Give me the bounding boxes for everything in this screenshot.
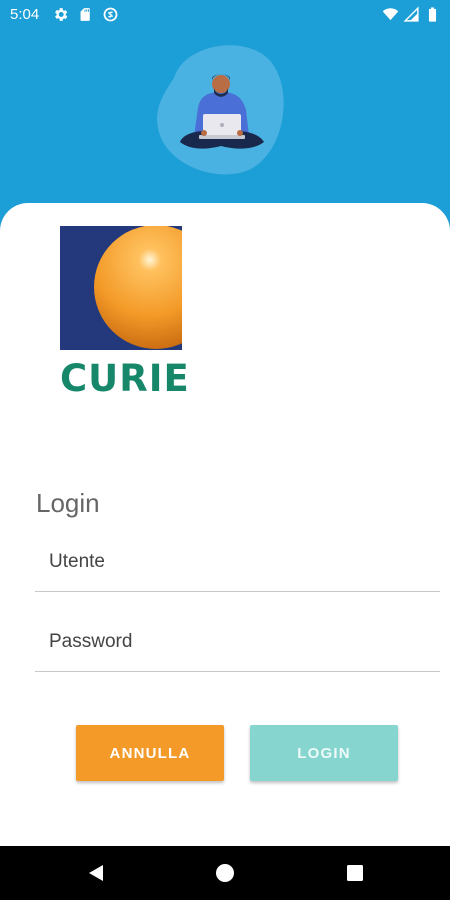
login-button[interactable]: LOGIN	[250, 725, 398, 781]
orange-sphere-icon	[94, 226, 182, 349]
battery-icon	[428, 7, 437, 22]
status-time: 5:04	[10, 6, 40, 23]
login-screen: 5:04 CURIE Login Utente ANNULLA LOGIN	[0, 0, 450, 900]
wifi-icon	[382, 8, 399, 21]
logo-text: CURIE	[60, 357, 190, 400]
user-input[interactable]	[49, 535, 429, 589]
status-bar: 5:04	[0, 0, 450, 30]
login-heading: Login	[36, 488, 100, 518]
curie-logo	[60, 226, 182, 350]
signal-icon	[403, 6, 419, 22]
sd-card-icon	[80, 8, 90, 21]
user-field[interactable]	[35, 535, 440, 592]
no-sync-icon	[103, 7, 118, 22]
gear-icon	[55, 8, 68, 21]
recents-icon[interactable]	[345, 863, 365, 883]
navigation-bar	[0, 846, 450, 900]
cancel-button[interactable]: ANNULLA	[76, 725, 224, 781]
home-icon[interactable]	[215, 863, 235, 883]
password-field[interactable]	[35, 615, 440, 672]
person-with-laptop-illustration	[157, 45, 284, 175]
password-input[interactable]	[49, 615, 429, 669]
back-icon[interactable]	[86, 863, 106, 883]
